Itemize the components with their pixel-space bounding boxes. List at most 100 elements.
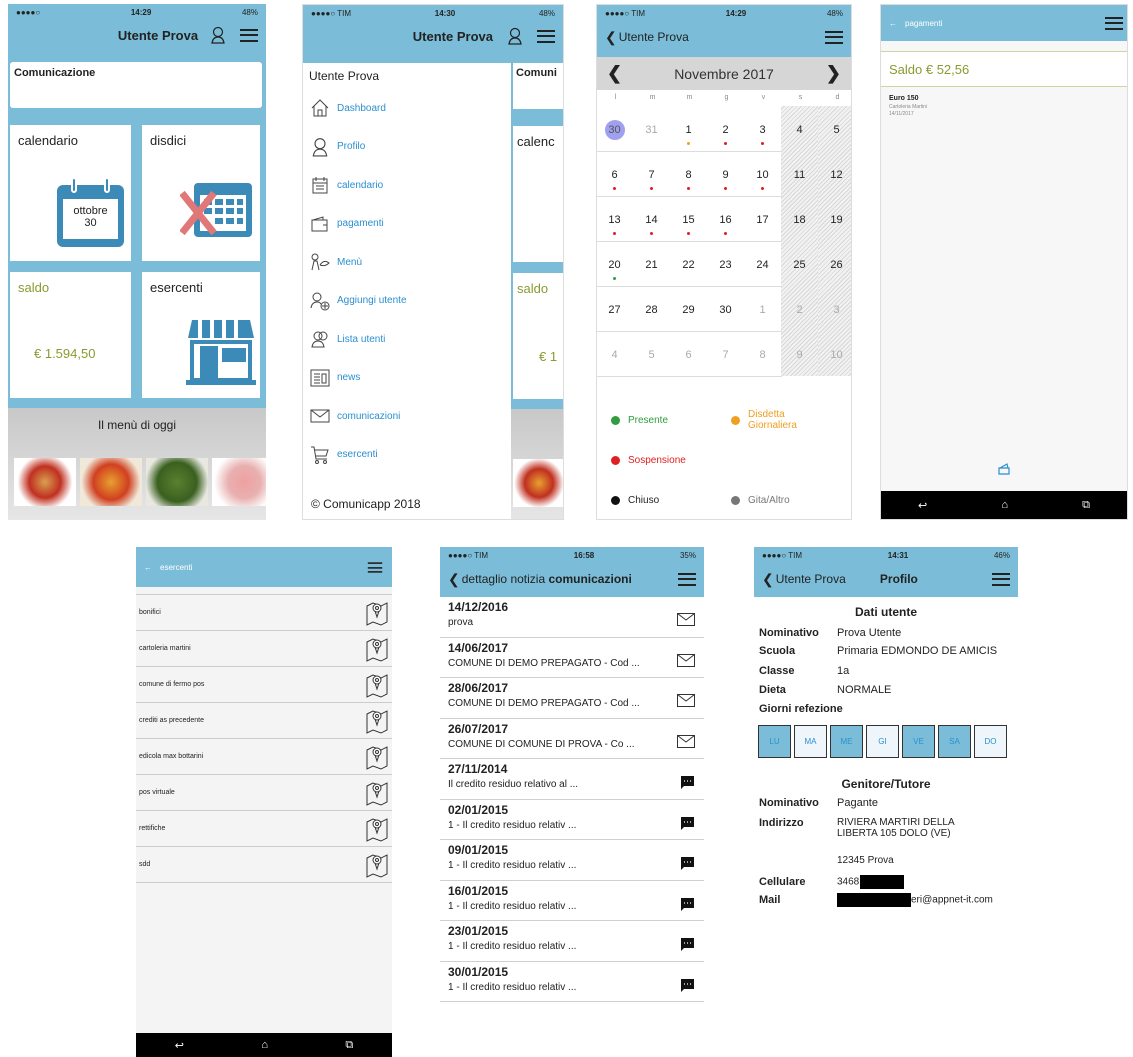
map-pin-icon[interactable]: [366, 852, 388, 878]
calendar-day[interactable]: 8: [670, 169, 707, 181]
calendar-day[interactable]: 5: [818, 124, 851, 136]
news-row[interactable]: 14/06/2017 COMUNE DI DEMO PREPAGATO - Cod…: [440, 638, 704, 678]
news-row[interactable]: 28/06/2017 COMUNE DI DEMO PREPAGATO - Cod…: [440, 678, 704, 719]
calendar-day[interactable]: 22: [670, 259, 707, 271]
calendar-day[interactable]: 9: [707, 169, 744, 181]
comunicazione-box[interactable]: Comunicazione: [10, 62, 262, 108]
esercente-row[interactable]: pos virtuale: [136, 775, 392, 811]
map-pin-icon[interactable]: [366, 816, 388, 842]
map-pin-icon[interactable]: [366, 744, 388, 770]
day-toggle-lu[interactable]: LU: [758, 725, 791, 758]
calendar-day[interactable]: 8: [744, 349, 781, 361]
calendar-day[interactable]: 31: [633, 124, 670, 136]
user-icon[interactable]: [507, 27, 523, 45]
map-pin-icon[interactable]: [366, 780, 388, 806]
esercente-row[interactable]: comune di fermo pos: [136, 667, 392, 703]
day-toggle-ma[interactable]: MA: [794, 725, 827, 758]
hamburger-menu-icon[interactable]: [992, 572, 1010, 586]
calendar-day[interactable]: 26: [818, 259, 851, 271]
news-row[interactable]: 30/01/2015 1 - Il credito residuo relativ…: [440, 962, 704, 1002]
calendar-day[interactable]: 13: [597, 214, 633, 226]
calendar-day[interactable]: 29: [670, 304, 707, 316]
back-button[interactable]: ❮ Utente Prova: [605, 29, 689, 46]
calendar-day[interactable]: 14: [633, 214, 670, 226]
esercente-row[interactable]: bonifici: [136, 595, 392, 631]
news-row[interactable]: 02/01/2015 1 - Il credito residuo relativ…: [440, 800, 704, 840]
calendar-day[interactable]: 9: [781, 349, 818, 361]
back-nav-icon[interactable]: ↩: [175, 1039, 184, 1052]
calendar-day[interactable]: 15: [670, 214, 707, 226]
calendar-day[interactable]: 23: [707, 259, 744, 271]
esercente-row[interactable]: edicola max bottarini: [136, 739, 392, 775]
back-button[interactable]: ← pagamenti: [889, 19, 942, 28]
back-nav-icon[interactable]: ↩: [918, 499, 927, 512]
esercenti-tile[interactable]: esercenti: [142, 272, 260, 398]
news-row[interactable]: 23/01/2015 1 - Il credito residuo relativ…: [440, 921, 704, 962]
wallet-icon[interactable]: [998, 463, 1010, 475]
calendar-day[interactable]: 11: [781, 169, 818, 181]
calendario-tile[interactable]: calendario ottobre 30: [10, 125, 131, 261]
esercente-row[interactable]: sdd: [136, 847, 392, 883]
payment-entry[interactable]: Euro 150 Cartoleria Martini 14/11/2017: [881, 87, 1127, 125]
menu-item-profilo[interactable]: Profilo: [309, 128, 505, 167]
menu-item-dashboard[interactable]: Dashboard: [309, 89, 505, 128]
calendar-day[interactable]: 2: [707, 124, 744, 136]
home-nav-icon[interactable]: ⌂: [1001, 499, 1008, 511]
calendar-day[interactable]: 10: [818, 349, 851, 361]
menu-item-esercenti[interactable]: esercenti: [309, 436, 505, 475]
calendar-day[interactable]: 2: [781, 304, 818, 316]
map-pin-icon[interactable]: [366, 672, 388, 698]
hamburger-menu-icon[interactable]: [367, 561, 383, 573]
map-pin-icon[interactable]: [366, 708, 388, 734]
hamburger-menu-icon[interactable]: [1105, 16, 1123, 30]
calendar-day[interactable]: 20: [597, 259, 633, 271]
calendar-day[interactable]: 1: [744, 304, 781, 316]
user-icon[interactable]: [210, 26, 226, 44]
calendar-day[interactable]: 30: [597, 120, 633, 140]
calendar-day[interactable]: 24: [744, 259, 781, 271]
saldo-tile[interactable]: saldo € 1.594,50: [10, 272, 131, 398]
menu-item-comunicazioni[interactable]: comunicazioni: [309, 397, 505, 436]
calendar-day[interactable]: 5: [633, 349, 670, 361]
recents-nav-icon[interactable]: ⧉: [345, 1039, 353, 1052]
calendar-day[interactable]: 7: [707, 349, 744, 361]
calendar-day[interactable]: 16: [707, 214, 744, 226]
menu-item-pagamenti[interactable]: pagamenti: [309, 205, 505, 244]
news-row[interactable]: 16/01/2015 1 - Il credito residuo relativ…: [440, 881, 704, 921]
calendar-day[interactable]: 7: [633, 169, 670, 181]
calendar-day[interactable]: 18: [781, 214, 818, 226]
calendar-day[interactable]: 12: [818, 169, 851, 181]
calendar-day[interactable]: 4: [781, 124, 818, 136]
calendar-day[interactable]: 6: [670, 349, 707, 361]
map-pin-icon[interactable]: [366, 636, 388, 662]
calendar-day[interactable]: 3: [744, 124, 781, 136]
prev-month-icon[interactable]: ❮: [607, 63, 622, 84]
calendar-day[interactable]: 4: [597, 349, 633, 361]
day-toggle-sa[interactable]: SA: [938, 725, 971, 758]
day-toggle-me[interactable]: ME: [830, 725, 863, 758]
day-toggle-gi[interactable]: GI: [866, 725, 899, 758]
calendar-day[interactable]: 28: [633, 304, 670, 316]
disdici-tile[interactable]: disdici: [142, 125, 260, 261]
menu-oggi-banner[interactable]: Il menù di oggi: [8, 408, 266, 520]
menu-item-lista-utenti[interactable]: Lista utenti: [309, 320, 505, 359]
esercente-row[interactable]: cartoleria martini: [136, 631, 392, 667]
hamburger-menu-icon[interactable]: [825, 30, 843, 44]
calendar-day[interactable]: 19: [818, 214, 851, 226]
calendar-day[interactable]: 21: [633, 259, 670, 271]
home-nav-icon[interactable]: ⌂: [261, 1039, 268, 1051]
hamburger-menu-icon[interactable]: [537, 29, 555, 43]
menu-item-aggiungi-utente[interactable]: Aggiungi utente: [309, 282, 505, 321]
calendar-day[interactable]: 30: [707, 304, 744, 316]
calendar-day[interactable]: 17: [744, 214, 781, 226]
calendar-day[interactable]: 3: [818, 304, 851, 316]
menu-item-news[interactable]: news: [309, 359, 505, 398]
back-button[interactable]: ❮ Utente Prova: [762, 571, 846, 588]
calendar-day[interactable]: 25: [781, 259, 818, 271]
hamburger-menu-icon[interactable]: [678, 572, 696, 586]
calendar-day[interactable]: 10: [744, 169, 781, 181]
esercente-row[interactable]: crediti as precedente: [136, 703, 392, 739]
calendar-day[interactable]: 27: [597, 304, 633, 316]
calendar-day[interactable]: 1: [670, 124, 707, 136]
news-row[interactable]: 14/12/2016 prova: [440, 597, 704, 638]
